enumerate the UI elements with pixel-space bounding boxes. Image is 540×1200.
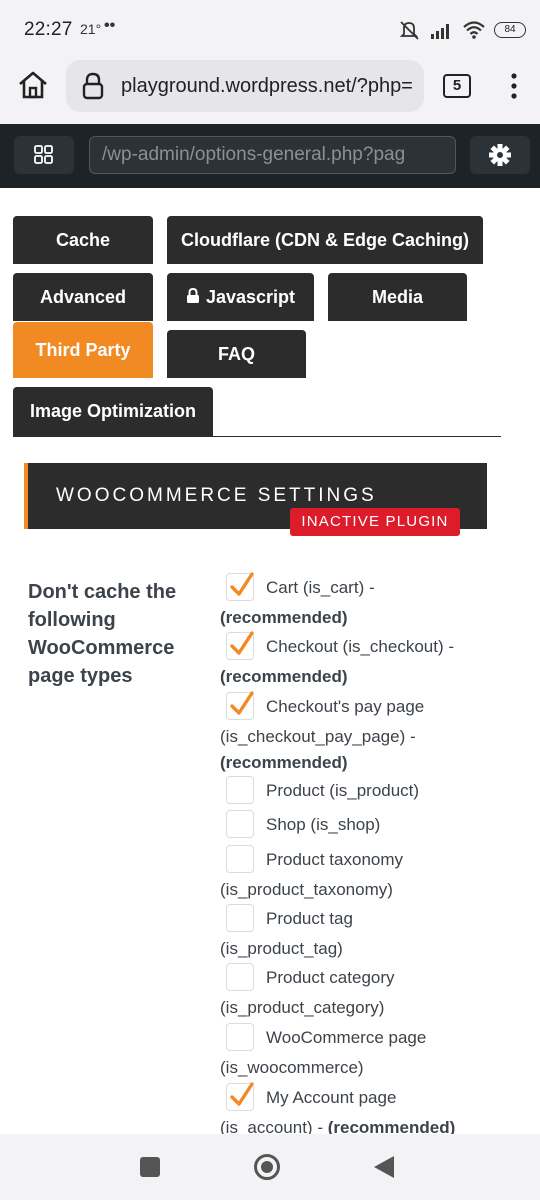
tab-javascript[interactable]: Javascript — [167, 273, 314, 321]
checkbox-cart[interactable] — [226, 572, 254, 601]
checkmark-icon — [230, 1082, 254, 1106]
more-menu-button[interactable] — [504, 70, 524, 102]
back-button[interactable] — [374, 1156, 394, 1178]
browser-toolbar: playground.wordpress.net/?php= 5 — [0, 60, 540, 124]
option-slug: (is_product_taxonomy) — [220, 880, 393, 899]
option-label: Product tag — [266, 909, 353, 928]
recents-button[interactable] — [140, 1157, 160, 1177]
lock-icon — [82, 72, 104, 100]
checkbox-shop[interactable] — [226, 810, 254, 838]
checkbox-product[interactable] — [226, 776, 254, 804]
checkmark-icon — [230, 691, 254, 715]
option-label: My Account page — [266, 1088, 397, 1107]
system-nav-bar — [0, 1134, 540, 1200]
tab-cache[interactable]: Cache — [13, 216, 153, 264]
option-cart: Cart (is_cart) - (recommended) — [220, 572, 530, 633]
signal-icon — [431, 24, 449, 39]
status-temperature: 21° — [80, 21, 102, 37]
status-badge: INACTIVE PLUGIN — [290, 508, 460, 536]
option-recommended: (recommended) — [220, 753, 348, 772]
option-slug: (is_checkout_pay_page) - — [220, 727, 416, 746]
option-checkout-pay: Checkout's pay page (is_checkout_pay_pag… — [220, 691, 530, 774]
status-icons: 84 — [398, 18, 526, 42]
battery-indicator: 84 — [494, 22, 526, 38]
checkmark-icon — [230, 572, 254, 596]
tab-switcher-button[interactable]: 5 — [443, 74, 471, 98]
option-label: Product taxonomy — [266, 850, 404, 869]
address-bar[interactable]: playground.wordpress.net/?php= — [66, 60, 424, 112]
checkbox-checkout[interactable] — [226, 631, 254, 660]
more-vertical-icon — [511, 73, 517, 99]
option-recommended: (recommended) — [220, 667, 348, 686]
checkbox-product-tag[interactable] — [226, 904, 254, 932]
checkbox-woocommerce-page[interactable] — [226, 1023, 254, 1051]
home-nav-button[interactable] — [254, 1154, 280, 1180]
option-label: Product category — [266, 968, 395, 987]
section-title: WOOCOMMERCE SETTINGS — [56, 485, 377, 506]
option-label: Product (is_product) — [266, 781, 420, 800]
address-url: playground.wordpress.net/?php= — [121, 75, 413, 97]
option-product-taxonomy: Product taxonomy (is_product_taxonomy) — [220, 845, 530, 905]
checkmark-icon — [230, 631, 254, 655]
tab-javascript-label: Javascript — [205, 287, 296, 307]
lock-icon — [186, 287, 199, 303]
option-product-category: Product category (is_product_category) — [220, 963, 530, 1023]
status-bar: 22:27 21° •• 84 — [0, 0, 540, 60]
option-label: WooCommerce page — [266, 1028, 427, 1047]
tab-third-party[interactable]: Third Party — [13, 322, 153, 378]
checkbox-product-taxonomy[interactable] — [226, 845, 254, 873]
status-notification-dots: •• — [104, 17, 116, 34]
option-recommended: (recommended) — [220, 608, 348, 627]
wifi-icon — [463, 21, 485, 39]
status-time: 22:27 — [24, 19, 73, 40]
home-button[interactable] — [16, 68, 50, 102]
wp-path-input[interactable]: /wp-admin/options-general.php?pag — [89, 136, 456, 174]
tab-advanced[interactable]: Advanced — [13, 273, 153, 321]
checkbox-product-category[interactable] — [226, 963, 254, 991]
tab-faq[interactable]: FAQ — [167, 330, 306, 378]
setting-label: Don't cache the following WooCommerce pa… — [28, 581, 177, 687]
option-checkout: Checkout (is_checkout) - (recommended) — [220, 631, 530, 692]
option-woocommerce-page: WooCommerce page (is_woocommerce) — [220, 1023, 530, 1083]
tabs-divider — [13, 436, 501, 437]
option-product-tag: Product tag (is_product_tag) — [220, 904, 530, 964]
option-slug: (is_product_tag) — [220, 939, 343, 958]
tab-cloudflare[interactable]: Cloudflare (CDN & Edge Caching) — [167, 216, 483, 264]
option-shop: Shop (is_shop) — [220, 810, 530, 840]
grid-icon — [34, 145, 53, 164]
silent-mode-icon — [399, 21, 419, 40]
option-label: Checkout (is_checkout) - — [266, 637, 455, 656]
checkbox-checkout-pay[interactable] — [226, 691, 254, 720]
home-icon — [19, 71, 47, 99]
checkbox-my-account[interactable] — [226, 1082, 254, 1111]
apps-button[interactable] — [14, 136, 74, 174]
option-slug: (is_product_category) — [220, 998, 385, 1017]
settings-button[interactable] — [470, 136, 530, 174]
option-slug: (is_woocommerce) — [220, 1058, 364, 1077]
option-label: Cart (is_cart) - — [266, 578, 375, 597]
option-label: Shop (is_shop) — [266, 815, 381, 834]
tab-image-optimization[interactable]: Image Optimization — [13, 387, 213, 436]
wp-playground-bar: /wp-admin/options-general.php?pag — [0, 124, 540, 188]
option-product: Product (is_product) — [220, 776, 530, 806]
gear-icon — [489, 144, 511, 166]
option-label: Checkout's pay page — [266, 697, 425, 716]
tab-media[interactable]: Media — [328, 273, 467, 321]
